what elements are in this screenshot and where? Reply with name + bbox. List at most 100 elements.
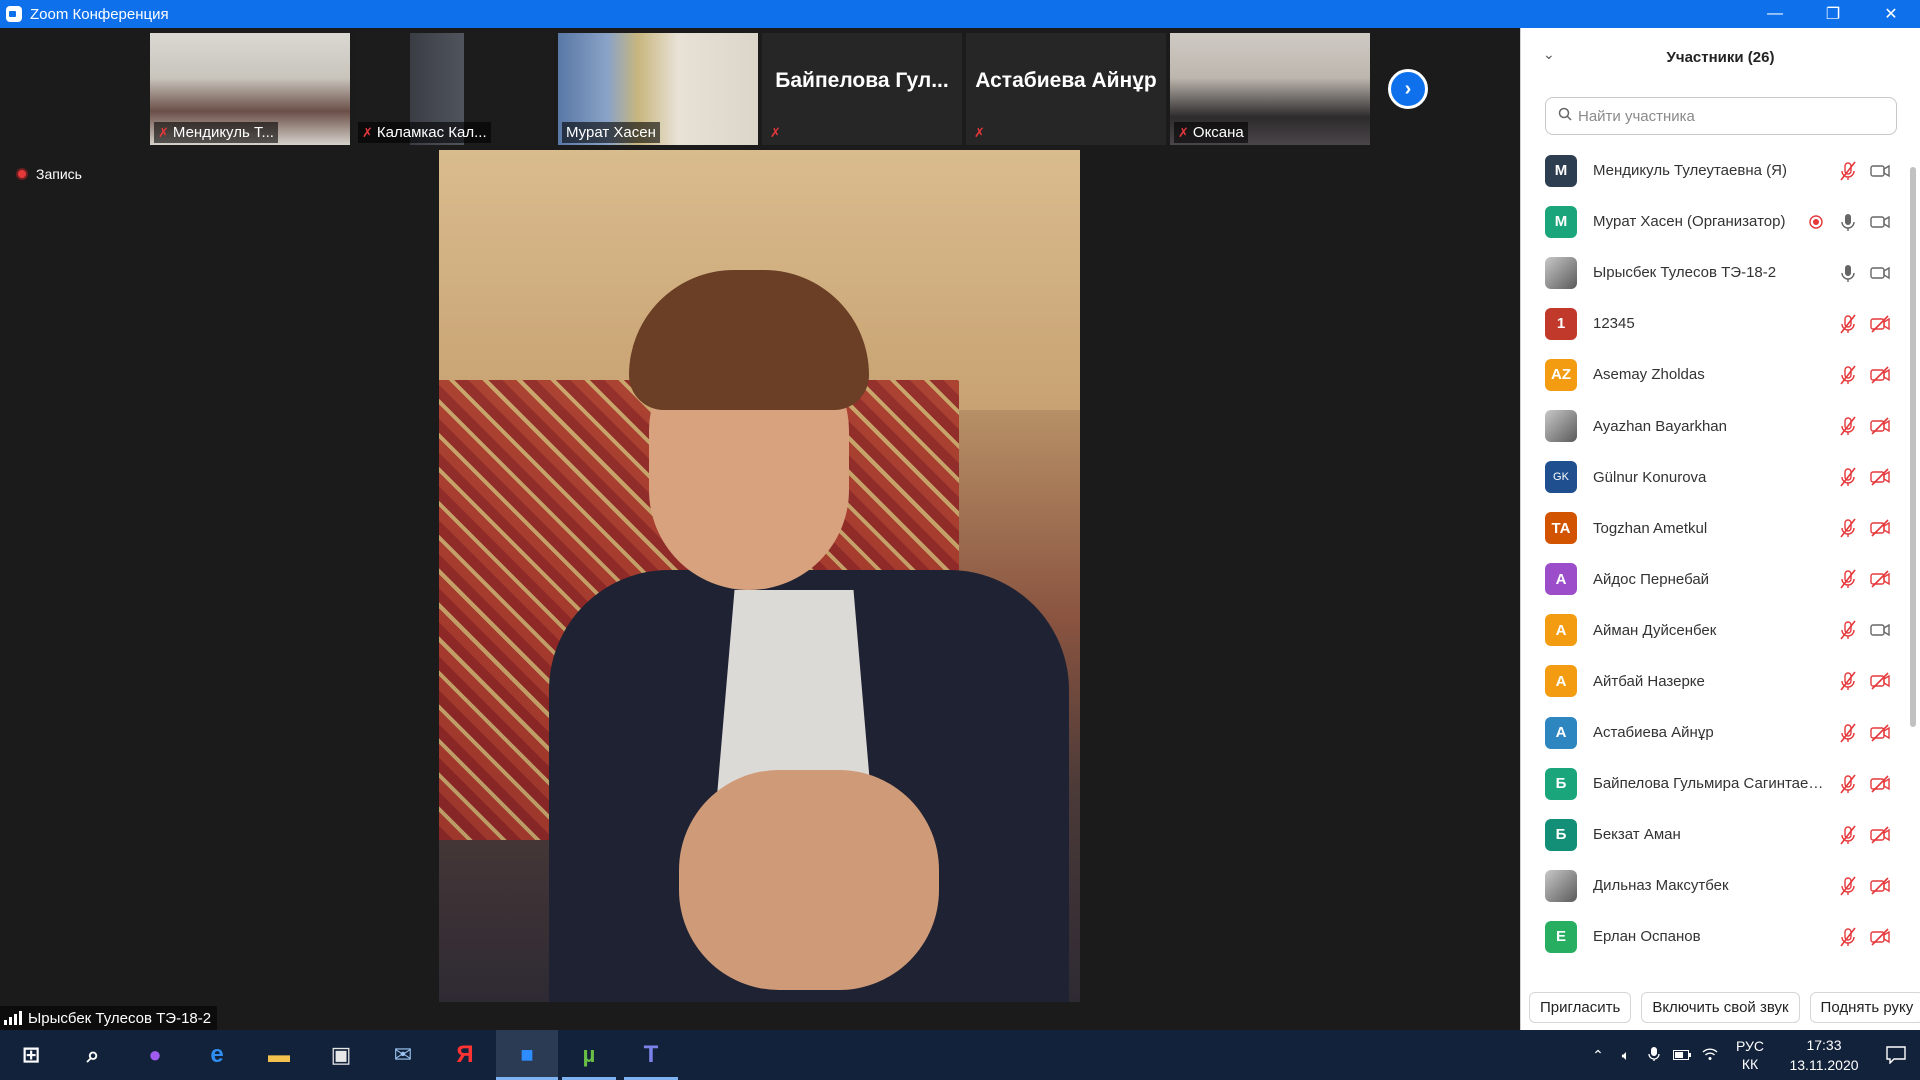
microphone-muted-icon [1837, 364, 1859, 386]
microphone-muted-icon [1837, 722, 1859, 744]
participant-name: 12345 [1593, 315, 1635, 333]
chevron-up-icon[interactable]: ⌃ [1584, 1047, 1612, 1064]
participant-row[interactable]: M Мендикуль Тулеутаевна (Я) [1521, 145, 1909, 196]
participant-avatar: GK [1545, 461, 1577, 494]
camera-off-icon [1869, 875, 1891, 897]
wifi-icon[interactable] [1696, 1047, 1724, 1064]
microphone-muted-icon [1837, 670, 1859, 692]
participant-row[interactable]: GK Gülnur Konurova [1521, 452, 1909, 503]
notifications-icon[interactable] [1872, 1046, 1920, 1064]
participant-row[interactable]: А Астабиева Айнұр [1521, 707, 1909, 758]
microphone-muted-icon [1837, 568, 1859, 590]
participant-status-icons [1837, 722, 1891, 744]
recording-indicator[interactable]: Запись [16, 166, 82, 182]
participant-avatar: 1 [1545, 307, 1577, 340]
participant-status-icons [1837, 262, 1891, 284]
taskbar-store-icon[interactable]: ▣ [310, 1030, 372, 1080]
taskbar-explorer-icon[interactable]: ▬ [248, 1030, 310, 1080]
system-tray: ⌃ 🔈︎ РУС КК 17:33 13.11.2020 [1584, 1030, 1920, 1080]
camera-off-icon [1869, 313, 1891, 335]
participant-row[interactable]: TA Togzhan Ametkul [1521, 503, 1909, 554]
participant-status-icons [1837, 670, 1891, 692]
participant-row[interactable]: Ayazhan Bayarkhan [1521, 400, 1909, 451]
participant-row[interactable]: Б Байпелова Гульмира Сагинтаевна [1521, 758, 1909, 809]
minimize-button[interactable]: — [1746, 0, 1804, 28]
language-code: РУС [1735, 1038, 1765, 1054]
camera-off-icon [1869, 415, 1891, 437]
explorer-glyph: ▬ [268, 1042, 290, 1067]
unmute-self-button[interactable]: Включить свой звук [1641, 991, 1800, 1023]
participant-name: Мурат Хасен (Организатор) [1593, 213, 1786, 231]
teams-glyph: T [643, 1041, 659, 1068]
edge-glyph: e [210, 1041, 224, 1068]
participant-row[interactable]: AZ Asemay Zholdas [1521, 349, 1909, 400]
microphone-muted-icon [1837, 926, 1859, 948]
participant-row[interactable]: А Айман Дуйсенбек [1521, 605, 1909, 656]
taskbar-zoom-icon[interactable]: ■ [496, 1030, 558, 1080]
participant-avatar: Е [1545, 920, 1577, 953]
participant-row[interactable]: Дильназ Максутбек [1521, 860, 1909, 911]
taskbar-search-icon[interactable]: ⌕ [62, 1030, 124, 1080]
participant-row[interactable]: А Айтбай Назерке [1521, 656, 1909, 707]
thumbnail-name: ✗ Мендикуль Т... [154, 122, 278, 143]
participant-row[interactable]: Ырысбек Тулесов ТЭ-18-2 [1521, 247, 1909, 298]
title-bar: Zoom Конференция — ❐ ✕ [0, 0, 1920, 28]
thumbnail-name-text: Байпелова Гул... [775, 69, 949, 92]
participant-status-icons [1837, 160, 1891, 182]
participant-row[interactable]: Б Бекзат Аман [1521, 809, 1909, 860]
participant-avatar: Б [1545, 818, 1577, 851]
microphone-icon[interactable] [1640, 1046, 1668, 1065]
close-button[interactable]: ✕ [1862, 0, 1920, 28]
participant-status-icons [1837, 773, 1891, 795]
participant-name: Айтбай Назерке [1593, 672, 1705, 690]
camera-off-icon [1869, 517, 1891, 539]
taskbar-alice-icon[interactable]: ● [124, 1030, 186, 1080]
camera-icon [1869, 160, 1891, 182]
thumbnail-name-text: Оксана [1192, 124, 1244, 141]
microphone-icon [1837, 262, 1859, 284]
participant-search[interactable] [1545, 97, 1897, 135]
thumbnail-tile[interactable]: ✗ Оксана [1170, 33, 1370, 145]
participant-name: Астабиева Айнұр [1593, 724, 1714, 742]
participant-avatar: M [1545, 154, 1577, 187]
speaker-hair [629, 270, 869, 410]
thumbnail-tile[interactable]: Мурат Хасен [558, 33, 758, 145]
microphone-muted-icon [1837, 160, 1859, 182]
search-input[interactable] [1578, 107, 1878, 125]
alice-glyph: ● [148, 1042, 162, 1067]
thumbnails-next-button[interactable]: › [1388, 69, 1428, 109]
taskbar-start-icon[interactable]: ⊞ [0, 1030, 62, 1080]
participant-list-scrollbar[interactable] [1909, 145, 1917, 990]
thumbnail-tile[interactable]: Байпелова Гул... ✗ [762, 33, 962, 145]
invite-button[interactable]: Пригласить [1529, 991, 1632, 1023]
collapse-chevron-icon[interactable]: ⌄ [1543, 46, 1555, 63]
participant-row[interactable]: Е Ерлан Оспанов [1521, 911, 1909, 962]
camera-off-icon [1869, 670, 1891, 692]
taskbar-edge-icon[interactable]: e [186, 1030, 248, 1080]
taskbar-teams-icon[interactable]: T [620, 1030, 682, 1080]
participant-row[interactable]: А Айдос Пернебай [1521, 554, 1909, 605]
thumbnail-tile[interactable]: Астабиева Айнұр ✗ [966, 33, 1166, 145]
mic-muted-icon: ✗ [770, 125, 781, 140]
mic-muted-icon: ✗ [158, 124, 169, 140]
battery-icon[interactable] [1668, 1047, 1696, 1063]
taskbar-yandex-icon[interactable]: Я [434, 1030, 496, 1080]
clock-time: 17:33 [1806, 1037, 1842, 1053]
thumbnail-tile[interactable]: ✗ Мендикуль Т... [150, 33, 350, 145]
taskbar-utorrent-icon[interactable]: µ [558, 1030, 620, 1080]
participant-avatar [1545, 256, 1577, 289]
restore-button[interactable]: ❐ [1804, 0, 1862, 28]
system-clock[interactable]: 17:33 13.11.2020 [1776, 1035, 1872, 1075]
scrollbar-thumb[interactable] [1910, 167, 1916, 727]
participant-row[interactable]: 1 12345 [1521, 298, 1909, 349]
panel-title: Участники (26) [1666, 48, 1775, 66]
raise-hand-button[interactable]: Поднять руку [1809, 991, 1920, 1023]
active-speaker-video[interactable] [439, 150, 1080, 1002]
camera-off-icon [1869, 773, 1891, 795]
taskbar-mail-icon[interactable]: ✉ [372, 1030, 434, 1080]
thumbnail-tile[interactable]: ✗ Каламкас Кал... [354, 33, 554, 145]
keyboard-language[interactable]: РУС КК [1724, 1037, 1776, 1073]
thumbnail-name: Мурат Хасен [562, 122, 660, 143]
volume-icon[interactable]: 🔈︎ [1612, 1047, 1640, 1064]
participant-row[interactable]: M Мурат Хасен (Организатор) [1521, 196, 1909, 247]
